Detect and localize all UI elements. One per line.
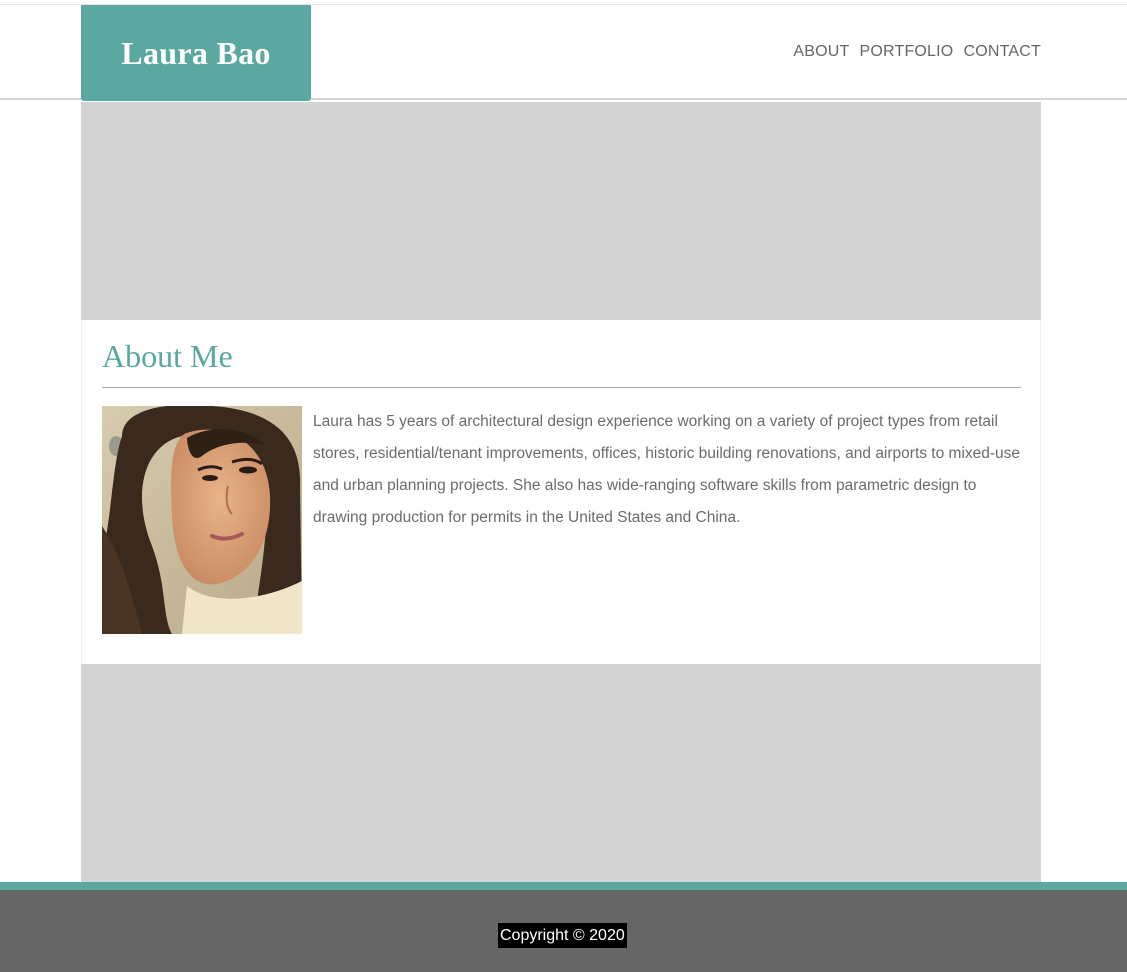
nav-link-about[interactable]: ABOUT: [793, 43, 849, 61]
site-header: Laura Bao ABOUT PORTFOLIO CONTACT: [0, 4, 1127, 101]
logo-text: Laura Bao: [121, 34, 271, 71]
hero-banner: [81, 102, 1041, 320]
about-body-text: Laura has 5 years of architectural desig…: [313, 413, 1021, 526]
main-nav: ABOUT PORTFOLIO CONTACT: [793, 43, 1041, 61]
site-footer: Copyright © 2020: [0, 890, 1127, 972]
copyright-text: Copyright © 2020: [498, 923, 627, 948]
section-divider: [102, 387, 1021, 388]
nav-link-portfolio[interactable]: PORTFOLIO: [859, 43, 953, 61]
footer-accent-stripe: [0, 882, 1127, 890]
page: Laura Bao ABOUT PORTFOLIO CONTACT About …: [0, 0, 1127, 972]
nav-link-contact[interactable]: CONTACT: [963, 43, 1041, 61]
about-section: About Me Laura has 5 years of architectu…: [81, 320, 1041, 664]
about-title: About Me: [102, 338, 233, 374]
profile-photo: [102, 406, 302, 634]
site-logo[interactable]: Laura Bao: [81, 5, 311, 101]
lower-banner: [81, 664, 1041, 882]
